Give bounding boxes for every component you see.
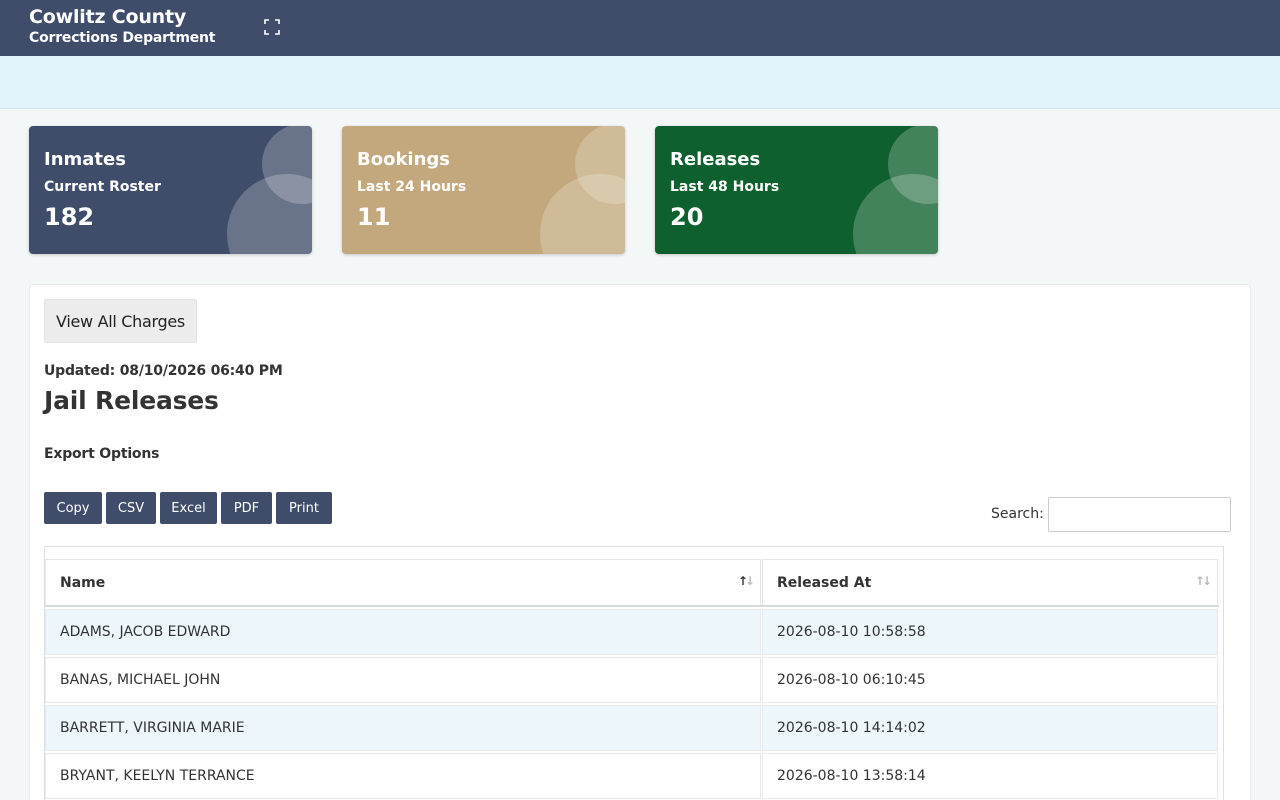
- top-navbar: Cowlitz County Corrections Department: [0, 0, 1280, 56]
- updated-timestamp: Updated: 08/10/2026 06:40 PM: [44, 363, 283, 379]
- column-header-label: Released At: [777, 574, 872, 591]
- inmates-card[interactable]: Inmates Current Roster 182: [29, 126, 312, 254]
- card-subtitle: Last 48 Hours: [670, 179, 780, 195]
- pdf-button[interactable]: PDF: [221, 492, 272, 524]
- name-cell: BARRETT, VIRGINIA MARIE: [45, 705, 761, 751]
- table-row[interactable]: ADAMS, JACOB EDWARD 2026-08-10 10:58:58: [45, 609, 1219, 657]
- releases-card[interactable]: Releases Last 48 Hours 20: [655, 126, 938, 254]
- released-at-cell: 2026-08-10 14:14:02: [762, 705, 1218, 751]
- card-value: 20: [670, 203, 704, 231]
- table-header: Name ↑↓ Released At ↑↓: [45, 559, 1219, 607]
- sort-ascending-icon: ↑↓: [737, 574, 755, 588]
- sort-both-icon: ↑↓: [1194, 574, 1212, 588]
- card-value: 11: [357, 203, 391, 231]
- card-title: Bookings: [357, 149, 451, 170]
- copy-button[interactable]: Copy: [44, 492, 102, 524]
- name-cell: ADAMS, JACOB EDWARD: [45, 609, 761, 655]
- table-row[interactable]: BRYANT, KEELYN TERRANCE 2026-08-10 13:58…: [45, 753, 1219, 800]
- decor-circle: [540, 174, 625, 254]
- print-button[interactable]: Print: [276, 492, 332, 524]
- card-value: 182: [44, 203, 95, 231]
- decor-circle: [227, 174, 312, 254]
- search-label: Search:: [991, 506, 1044, 522]
- csv-button[interactable]: CSV: [106, 492, 156, 524]
- brand-department: Corrections Department: [29, 30, 216, 46]
- banner: [0, 56, 1280, 109]
- bookings-card[interactable]: Bookings Last 24 Hours 11: [342, 126, 625, 254]
- page-title: Jail Releases: [44, 386, 219, 415]
- name-cell: BRYANT, KEELYN TERRANCE: [45, 753, 761, 799]
- card-subtitle: Last 24 Hours: [357, 179, 467, 195]
- released-at-cell: 2026-08-10 13:58:14: [762, 753, 1218, 799]
- column-header-label: Name: [60, 574, 106, 591]
- search-input[interactable]: [1048, 497, 1231, 532]
- brand[interactable]: Cowlitz County Corrections Department: [29, 6, 216, 48]
- card-title: Releases: [670, 149, 761, 170]
- table-row[interactable]: BARRETT, VIRGINIA MARIE 2026-08-10 14:14…: [45, 705, 1219, 753]
- name-cell: BANAS, MICHAEL JOHN: [45, 657, 761, 703]
- view-all-charges-button[interactable]: View All Charges: [44, 299, 197, 343]
- decor-circle: [853, 174, 938, 254]
- table-row[interactable]: BANAS, MICHAEL JOHN 2026-08-10 06:10:45: [45, 657, 1219, 705]
- brand-county: Cowlitz County: [29, 6, 187, 28]
- released-at-cell: 2026-08-10 06:10:45: [762, 657, 1218, 703]
- export-options-label: Export Options: [44, 446, 160, 462]
- releases-table: Name ↑↓ Released At ↑↓ ADAMS, JACOB EDWA…: [44, 546, 1224, 800]
- released-at-cell: 2026-08-10 10:58:58: [762, 609, 1218, 655]
- excel-button[interactable]: Excel: [160, 492, 217, 524]
- name-column-header[interactable]: Name ↑↓: [45, 559, 761, 605]
- fullscreen-icon[interactable]: [263, 18, 281, 36]
- card-title: Inmates: [44, 149, 126, 170]
- released-at-column-header[interactable]: Released At ↑↓: [762, 559, 1218, 605]
- card-subtitle: Current Roster: [44, 179, 161, 195]
